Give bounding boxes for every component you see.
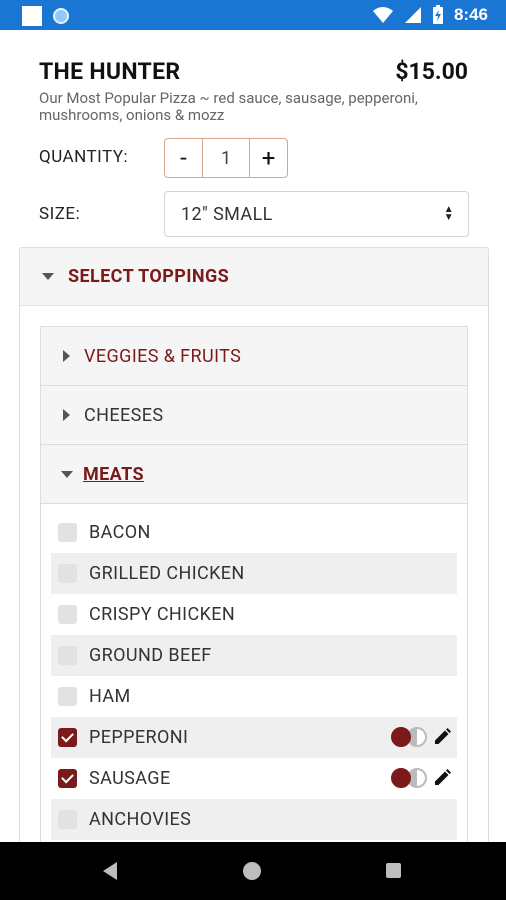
quantity-value[interactable]: 1 [203, 139, 249, 177]
caret-down-icon [61, 470, 73, 478]
topping-label: BACON [89, 522, 151, 543]
select-arrows-icon: ▲ ▼ [443, 204, 454, 223]
quantity-increase-button[interactable]: + [249, 139, 287, 177]
quantity-stepper: - 1 + [164, 138, 288, 178]
recent-apps-icon[interactable] [386, 863, 401, 878]
checkbox[interactable] [58, 564, 77, 583]
item-price: $15.00 [395, 58, 468, 85]
topping-label: PEPPERONI [89, 727, 189, 748]
topping-pepperoni[interactable]: PEPPERONI [51, 717, 457, 758]
checkbox-checked[interactable] [58, 728, 77, 747]
checkbox[interactable] [58, 810, 77, 829]
topping-bacon[interactable]: BACON [51, 512, 457, 553]
portion-selector[interactable] [391, 768, 427, 788]
topping-label: HAM [89, 686, 131, 707]
checkbox[interactable] [58, 687, 77, 706]
select-toppings-title: SELECT TOPPINGS [68, 266, 230, 287]
meats-list: BACON GRILLED CHICKEN CRISPY CHICKEN GRO… [41, 504, 467, 840]
topping-label: GRILLED CHICKEN [89, 563, 245, 584]
home-icon[interactable] [243, 862, 261, 880]
topping-label: SAUSAGE [89, 768, 171, 789]
section-label: MEATS [83, 463, 144, 485]
size-select[interactable]: 12" SMALL ▲ ▼ [164, 191, 469, 237]
section-label: VEGGIES & FRUITS [84, 345, 242, 367]
topping-options [391, 768, 451, 788]
wifi-icon [372, 7, 393, 23]
quantity-decrease-button[interactable]: - [165, 139, 203, 177]
caret-down-icon [42, 273, 54, 280]
whole-pizza-icon[interactable] [391, 768, 411, 788]
notification-square-icon [22, 6, 42, 26]
clock: 8:46 [453, 5, 488, 24]
toppings-panel: SELECT TOPPINGS VEGGIES & FRUITS CHEESES… [19, 247, 489, 866]
topping-ham[interactable]: HAM [51, 676, 457, 717]
checkbox[interactable] [58, 605, 77, 624]
topping-crispy-chicken[interactable]: CRISPY CHICKEN [51, 594, 457, 635]
section-meats[interactable]: MEATS [41, 445, 467, 504]
status-bar: 8:46 [0, 0, 506, 30]
caret-right-icon [63, 350, 70, 362]
topping-label: GROUND BEEF [89, 645, 212, 666]
topping-options [391, 727, 451, 747]
quantity-label: QUANTITY: [39, 147, 129, 167]
topping-label: ANCHOVIES [89, 809, 192, 830]
size-label: SIZE: [39, 204, 81, 224]
item-title: THE HUNTER [39, 58, 181, 85]
topping-label: CRISPY CHICKEN [89, 604, 236, 625]
checkbox[interactable] [58, 523, 77, 542]
edit-pencil-icon[interactable] [433, 769, 451, 787]
checkbox-checked[interactable] [58, 769, 77, 788]
topping-anchovies[interactable]: ANCHOVIES [51, 799, 457, 840]
section-veggies-fruits[interactable]: VEGGIES & FRUITS [41, 327, 467, 386]
item-description: Our Most Popular Pizza ~ red sauce, saus… [39, 89, 418, 124]
section-label: CHEESES [84, 404, 164, 426]
sync-icon [53, 8, 69, 24]
whole-pizza-icon[interactable] [391, 727, 411, 747]
caret-right-icon [63, 409, 70, 421]
status-icons: 8:46 [372, 3, 488, 27]
section-cheeses[interactable]: CHEESES [41, 386, 467, 445]
signal-icon [404, 7, 421, 23]
select-toppings-header[interactable]: SELECT TOPPINGS [20, 248, 488, 306]
edit-pencil-icon[interactable] [433, 728, 451, 746]
battery-charging-icon [432, 5, 443, 24]
back-icon[interactable] [103, 862, 117, 880]
portion-selector[interactable] [391, 727, 427, 747]
topping-ground-beef[interactable]: GROUND BEEF [51, 635, 457, 676]
topping-grilled-chicken[interactable]: GRILLED CHICKEN [51, 553, 457, 594]
topping-sausage[interactable]: SAUSAGE [51, 758, 457, 799]
size-selected-value: 12" SMALL [181, 203, 273, 225]
navigation-bar [0, 842, 506, 900]
toppings-accordion: VEGGIES & FRUITS CHEESES MEATS BACON GRI… [40, 326, 468, 866]
checkbox[interactable] [58, 646, 77, 665]
